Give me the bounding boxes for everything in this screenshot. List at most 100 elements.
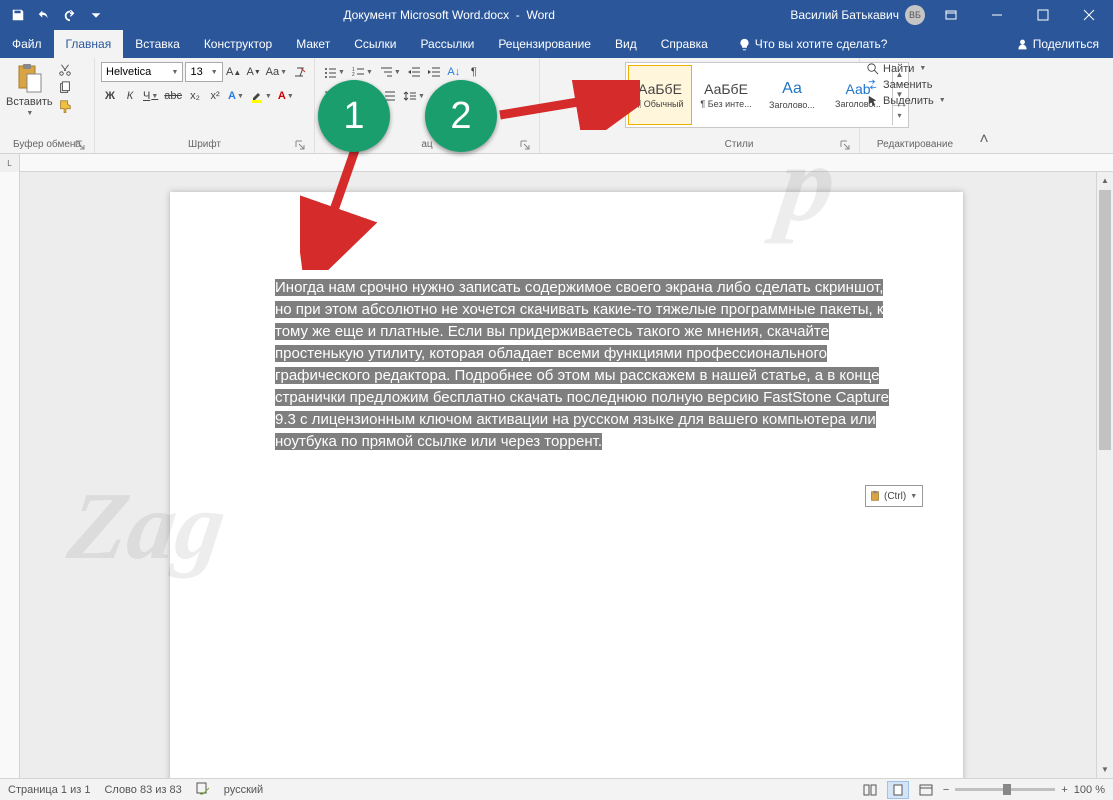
- ruler-horizontal[interactable]: L: [0, 154, 1113, 172]
- underline-button[interactable]: Ч▼: [141, 86, 160, 106]
- font-color-icon[interactable]: A▼: [276, 86, 296, 106]
- italic-button[interactable]: К: [121, 86, 139, 106]
- annotation-arrow-1: [300, 140, 380, 270]
- tab-insert[interactable]: Вставка: [123, 30, 192, 58]
- document-area: Иногда нам срочно нужно записать содержи…: [0, 172, 1096, 778]
- font-size-combo[interactable]: 13▼: [185, 62, 222, 82]
- lightbulb-icon: [738, 38, 751, 51]
- zoom-level[interactable]: 100 %: [1074, 784, 1105, 796]
- svg-text:2: 2: [352, 72, 355, 78]
- sort-icon[interactable]: A↓: [445, 62, 463, 82]
- paste-button[interactable]: Вставить ▼: [6, 62, 53, 117]
- window-title: Документ Microsoft Word.docx - Word: [108, 8, 790, 22]
- find-button[interactable]: Найти▼: [866, 62, 964, 75]
- decrease-indent-icon[interactable]: [405, 62, 423, 82]
- status-words[interactable]: Слово 83 из 83: [104, 784, 181, 796]
- minimize-button[interactable]: [977, 0, 1017, 30]
- close-button[interactable]: [1069, 0, 1109, 30]
- zoom-out-icon[interactable]: −: [943, 784, 949, 796]
- bold-button[interactable]: Ж: [101, 86, 119, 106]
- group-label-editing: Редактирование: [866, 139, 964, 153]
- group-font: Helvetica▼ 13▼ A▲ A▼ Aa▼ Ж К Ч▼ abc x₂ x…: [95, 58, 315, 153]
- tell-me-search[interactable]: Что вы хотите сделать?: [726, 30, 900, 58]
- increase-indent-icon[interactable]: [425, 62, 443, 82]
- copy-icon[interactable]: [57, 80, 73, 96]
- view-read-icon[interactable]: [859, 781, 881, 799]
- tab-home[interactable]: Главная: [54, 30, 124, 58]
- zoom-in-icon[interactable]: +: [1061, 784, 1067, 796]
- paste-options-button[interactable]: (Ctrl)▼: [865, 485, 923, 507]
- collapse-ribbon-icon[interactable]: ˄: [970, 58, 998, 153]
- ruler-corner[interactable]: L: [0, 154, 20, 172]
- replace-icon: [866, 78, 879, 91]
- clear-formatting-icon[interactable]: [290, 62, 308, 82]
- shrink-font-icon[interactable]: A▼: [245, 62, 263, 82]
- grow-font-icon[interactable]: A▲: [225, 62, 243, 82]
- group-label-font: Шрифт: [101, 139, 308, 153]
- dialog-launcher-icon[interactable]: [839, 139, 851, 151]
- tab-design[interactable]: Конструктор: [192, 30, 284, 58]
- document-text[interactable]: Иногда нам срочно нужно записать содержи…: [275, 277, 900, 453]
- status-page[interactable]: Страница 1 из 1: [8, 784, 90, 796]
- group-clipboard: Вставить ▼ Буфер обмена: [0, 58, 95, 153]
- view-print-icon[interactable]: [887, 781, 909, 799]
- status-bar: Страница 1 из 1 Слово 83 из 83 русский −…: [0, 778, 1113, 800]
- scroll-thumb[interactable]: [1099, 190, 1111, 450]
- status-proofing-icon[interactable]: [196, 781, 210, 798]
- tab-view[interactable]: Вид: [603, 30, 649, 58]
- show-marks-icon[interactable]: ¶: [465, 62, 483, 82]
- ruler-vertical[interactable]: [0, 172, 20, 778]
- undo-icon[interactable]: [32, 3, 56, 27]
- save-icon[interactable]: [6, 3, 30, 27]
- select-button[interactable]: Выделить▼: [866, 94, 964, 107]
- annotation-arrow-2: [490, 80, 640, 130]
- tab-mailings[interactable]: Рассылки: [408, 30, 486, 58]
- share-icon: [1016, 38, 1029, 51]
- tab-file[interactable]: Файл: [0, 30, 54, 58]
- bullets-icon[interactable]: ▼: [321, 62, 347, 82]
- strikethrough-button[interactable]: abc: [162, 86, 184, 106]
- style-heading-1[interactable]: Аа Заголово...: [760, 65, 824, 125]
- redo-icon[interactable]: [58, 3, 82, 27]
- user-avatar[interactable]: ВБ: [905, 5, 925, 25]
- page[interactable]: Иногда нам срочно нужно записать содержи…: [170, 192, 963, 778]
- numbering-icon[interactable]: 12▼: [349, 62, 375, 82]
- title-bar: Документ Microsoft Word.docx - Word Васи…: [0, 0, 1113, 30]
- maximize-button[interactable]: [1023, 0, 1063, 30]
- annotation-circle-2: 2: [425, 80, 497, 152]
- dialog-launcher-icon[interactable]: [519, 139, 531, 151]
- group-label-styles: Стили: [625, 139, 853, 153]
- tab-references[interactable]: Ссылки: [342, 30, 408, 58]
- qat-more-icon[interactable]: [84, 3, 108, 27]
- change-case-icon[interactable]: Aa▼: [265, 62, 288, 82]
- highlight-color-icon[interactable]: ▼: [248, 86, 274, 106]
- superscript-button[interactable]: x²: [206, 86, 224, 106]
- user-name[interactable]: Василий Батькавич: [790, 8, 899, 22]
- tab-review[interactable]: Рецензирование: [486, 30, 603, 58]
- style-no-spacing[interactable]: АаБбЕ ¶ Без инте...: [694, 65, 758, 125]
- search-icon: [866, 62, 879, 75]
- font-name-combo[interactable]: Helvetica▼: [101, 62, 183, 82]
- line-spacing-icon[interactable]: ▼: [401, 86, 427, 106]
- view-web-icon[interactable]: [915, 781, 937, 799]
- clipboard-small-icon: [869, 490, 881, 502]
- ribbon-tabs: Файл Главная Вставка Конструктор Макет С…: [0, 30, 1113, 58]
- cut-icon[interactable]: [57, 62, 73, 78]
- dialog-launcher-icon[interactable]: [74, 139, 86, 151]
- format-painter-icon[interactable]: [57, 98, 73, 114]
- subscript-button[interactable]: x₂: [186, 86, 204, 106]
- tab-layout[interactable]: Макет: [284, 30, 342, 58]
- text-effects-icon[interactable]: A▼: [226, 86, 246, 106]
- tab-help[interactable]: Справка: [649, 30, 720, 58]
- share-button[interactable]: Поделиться: [1002, 30, 1113, 58]
- scroll-down-icon[interactable]: ▼: [1097, 761, 1113, 778]
- zoom-slider[interactable]: [955, 788, 1055, 791]
- multilevel-list-icon[interactable]: ▼: [377, 62, 403, 82]
- status-language[interactable]: русский: [224, 784, 263, 796]
- ribbon-display-icon[interactable]: [931, 0, 971, 30]
- group-editing: Найти▼ Заменить Выделить▼ Редактирование: [860, 58, 970, 153]
- annotation-circle-1: 1: [318, 80, 390, 152]
- replace-button[interactable]: Заменить: [866, 78, 964, 91]
- vertical-scrollbar[interactable]: ▲ ▼: [1096, 172, 1113, 778]
- scroll-up-icon[interactable]: ▲: [1097, 172, 1113, 189]
